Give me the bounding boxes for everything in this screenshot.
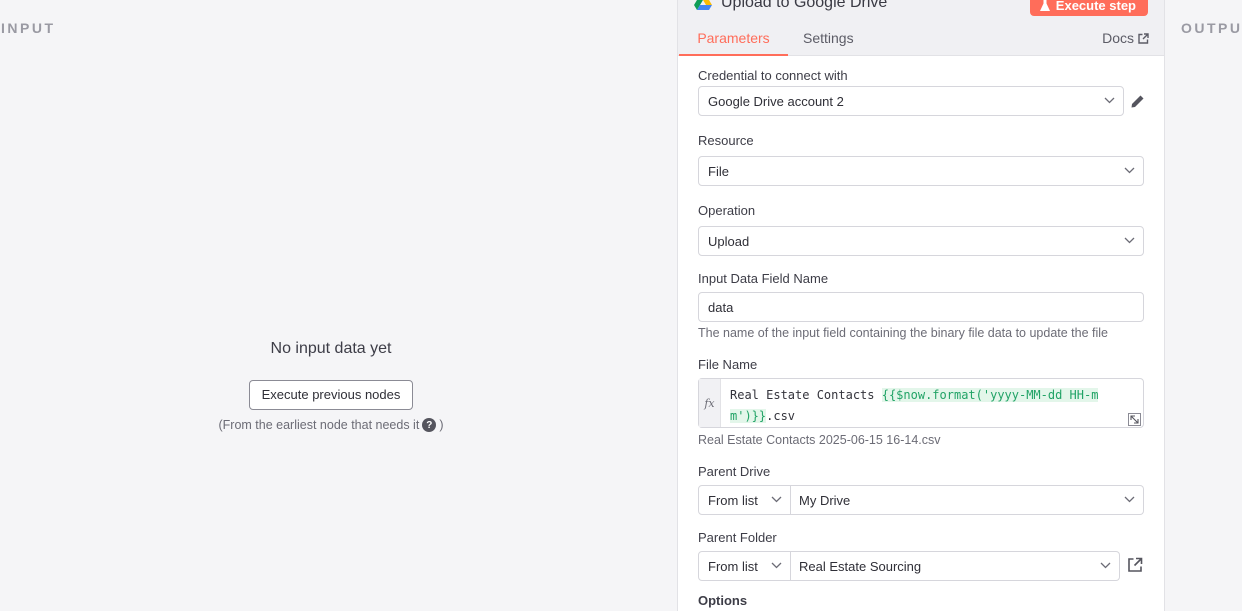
google-drive-icon	[694, 0, 712, 10]
parent-drive-row: From list My Drive	[698, 485, 1144, 515]
resource-select[interactable]: File	[698, 156, 1144, 186]
external-link-icon	[1138, 32, 1149, 44]
question-icon[interactable]: ?	[422, 418, 437, 432]
docs-label: Docs	[1102, 30, 1134, 46]
file-name-expression-input[interactable]: fx Real Estate Contacts {{$now.format('y…	[698, 378, 1144, 428]
node-title: Upload to Google Drive	[694, 0, 887, 12]
parent-folder-select[interactable]: Real Estate Sourcing	[791, 551, 1120, 581]
execute-step-label: Execute step	[1055, 0, 1136, 13]
chevron-down-icon	[1104, 97, 1115, 104]
input-field-name-input[interactable]: data	[698, 292, 1144, 322]
panel-tabs: Parameters Settings Docs	[678, 24, 1164, 56]
execute-hint: (From the earliest node that needs it ? …	[166, 418, 496, 432]
file-name-label: File Name	[698, 357, 758, 372]
fx-icon: fx	[699, 379, 721, 427]
parent-folder-value: Real Estate Sourcing	[799, 558, 922, 574]
expand-icon[interactable]	[1128, 413, 1141, 426]
chevron-down-icon	[1124, 496, 1135, 503]
parent-drive-mode-select[interactable]: From list	[698, 485, 791, 515]
resource-value: File	[708, 163, 729, 179]
tab-settings[interactable]: Settings	[803, 30, 854, 54]
open-external-icon[interactable]	[1127, 557, 1143, 573]
input-field-value: data	[708, 299, 734, 315]
file-name-expression: Real Estate Contacts {{$now.format('yyyy…	[730, 385, 1137, 427]
resource-label: Resource	[698, 133, 754, 148]
node-panel: Upload to Google Drive Execute step Para…	[677, 0, 1165, 611]
file-name-preview: Real Estate Contacts 2025-06-15 16-14.cs…	[698, 433, 941, 447]
parent-folder-mode: From list	[708, 558, 758, 574]
input-field-hint: The name of the input field containing t…	[698, 326, 1108, 340]
tab-parameters[interactable]: Parameters	[679, 30, 788, 56]
chevron-down-icon	[771, 562, 782, 569]
node-title-text: Upload to Google Drive	[721, 0, 888, 11]
parent-drive-select[interactable]: My Drive	[791, 485, 1144, 515]
docs-link[interactable]: Docs	[1102, 30, 1149, 54]
expr-prefix: Real Estate Contacts	[730, 388, 882, 402]
execute-hint-text: (From the earliest node that needs it	[218, 418, 420, 432]
parent-folder-mode-select[interactable]: From list	[698, 551, 791, 581]
parameters-form: Credential to connect with Google Drive …	[678, 56, 1164, 611]
operation-select[interactable]: Upload	[698, 226, 1144, 256]
input-field-label: Input Data Field Name	[698, 271, 829, 286]
credential-label: Credential to connect with	[698, 68, 848, 83]
parent-drive-mode: From list	[708, 492, 758, 508]
input-empty-state: No input data yet Execute previous nodes…	[206, 340, 456, 432]
credential-select[interactable]: Google Drive account 2	[698, 86, 1124, 116]
execute-previous-nodes-button[interactable]: Execute previous nodes	[248, 380, 414, 410]
execute-step-button[interactable]: Execute step	[1029, 0, 1148, 16]
options-label: Options	[698, 593, 748, 608]
chevron-down-icon	[1124, 237, 1135, 244]
output-panel-label: OUTPU	[1181, 20, 1242, 36]
parent-drive-value: My Drive	[799, 492, 851, 508]
flask-icon	[1039, 0, 1050, 11]
execute-hint-close: )	[439, 418, 444, 432]
operation-label: Operation	[698, 203, 756, 218]
parent-folder-row: From list Real Estate Sourcing	[698, 551, 1120, 581]
pencil-icon[interactable]	[1130, 94, 1145, 109]
credential-value: Google Drive account 2	[708, 93, 844, 109]
parent-folder-label: Parent Folder	[698, 530, 777, 545]
input-panel-label: INPUT	[1, 20, 56, 36]
expr-suffix: .csv	[766, 409, 796, 423]
parent-drive-label: Parent Drive	[698, 464, 771, 479]
no-input-title: No input data yet	[270, 340, 392, 357]
operation-value: Upload	[708, 233, 750, 249]
chevron-down-icon	[1100, 562, 1111, 569]
chevron-down-icon	[771, 496, 782, 503]
chevron-down-icon	[1124, 167, 1135, 174]
panel-header: Upload to Google Drive Execute step Para…	[678, 0, 1164, 56]
